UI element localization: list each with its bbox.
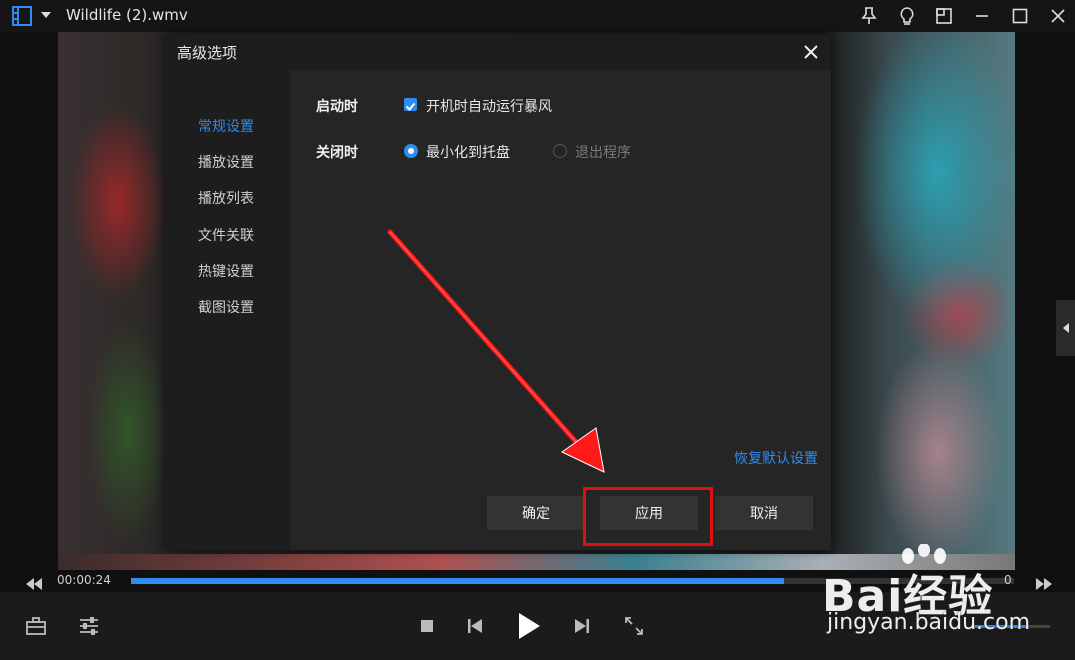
pin-icon (861, 7, 877, 24)
play-icon (519, 613, 540, 639)
seek-bar-fill (131, 578, 785, 584)
dialog-header: 高级选项 (165, 34, 831, 70)
ok-button[interactable]: 确定 (487, 496, 585, 530)
on-close-label: 关闭时 (316, 145, 358, 161)
previous-button[interactable] (465, 616, 485, 636)
menu-dropdown-icon[interactable] (41, 12, 51, 18)
stop-button[interactable] (418, 617, 436, 635)
cancel-button[interactable]: 取消 (715, 496, 813, 530)
advanced-options-dialog: 高级选项 常规设置 播放设置 播放列表 文件关联 热键设置 截图设置 启动时 开… (165, 34, 831, 550)
nav-item-playlist[interactable]: 播放列表 (198, 188, 254, 208)
mini-mode-button[interactable] (932, 4, 956, 28)
autostart-checkbox[interactable] (404, 98, 417, 111)
dialog-title: 高级选项 (177, 44, 238, 62)
rewind-button[interactable] (25, 575, 43, 590)
playlist-toggle-tab[interactable] (1056, 300, 1075, 356)
title-bar: Wildlife (2).wmv (0, 0, 1075, 32)
equalizer-button[interactable] (77, 614, 101, 638)
dialog-close-button[interactable] (801, 42, 821, 62)
pin-button[interactable] (857, 4, 881, 28)
baidu-jingyan-watermark: Bai经验 jingyan.baidu.com (822, 540, 1052, 640)
close-icon (1051, 9, 1065, 23)
nav-item-screenshot[interactable]: 截图设置 (198, 297, 254, 317)
minimize-icon (976, 15, 988, 17)
sliders-icon (80, 617, 98, 635)
exit-program-label[interactable]: 退出程序 (575, 142, 631, 162)
play-button[interactable] (514, 610, 544, 642)
maximize-button[interactable] (1008, 4, 1032, 28)
settings-nav: 常规设置 播放设置 播放列表 文件关联 热键设置 截图设置 (165, 70, 290, 550)
close-icon (804, 45, 818, 59)
stop-icon (421, 620, 433, 632)
checkmark-icon (405, 102, 416, 111)
minimize-to-tray-label[interactable]: 最小化到托盘 (426, 142, 510, 162)
apply-highlight-box (583, 487, 713, 546)
minimize-button[interactable] (970, 4, 994, 28)
skin-button[interactable] (895, 4, 919, 28)
lightbulb-icon (900, 7, 914, 25)
startup-label: 启动时 (316, 99, 358, 115)
skip-previous-icon (468, 619, 482, 633)
nav-item-playback[interactable]: 播放设置 (198, 152, 254, 172)
nav-item-hotkeys[interactable]: 热键设置 (198, 261, 254, 281)
film-icon[interactable] (12, 6, 32, 26)
next-button[interactable] (572, 616, 592, 636)
toolbox-button[interactable] (24, 614, 48, 638)
nav-item-file-association[interactable]: 文件关联 (198, 225, 254, 245)
rewind-icon (26, 578, 42, 590)
chevron-left-icon (1062, 323, 1069, 333)
mini-mode-icon (936, 8, 952, 24)
exit-program-radio[interactable] (553, 144, 567, 158)
restore-defaults-link[interactable]: 恢复默认设置 (734, 448, 818, 468)
watermark-url: jingyan.baidu.com (827, 610, 1031, 635)
expand-icon (625, 617, 643, 635)
nav-item-general[interactable]: 常规设置 (198, 116, 254, 136)
minimize-to-tray-radio[interactable] (404, 144, 418, 158)
fullscreen-button[interactable] (624, 616, 644, 636)
current-time: 00:00:24 (57, 573, 111, 587)
close-window-button[interactable] (1046, 4, 1070, 28)
skip-next-icon (575, 619, 589, 633)
maximize-icon (1012, 8, 1028, 24)
autostart-option-label[interactable]: 开机时自动运行暴风 (426, 96, 552, 116)
window-title: Wildlife (2).wmv (66, 6, 188, 24)
toolbox-icon (26, 617, 46, 635)
